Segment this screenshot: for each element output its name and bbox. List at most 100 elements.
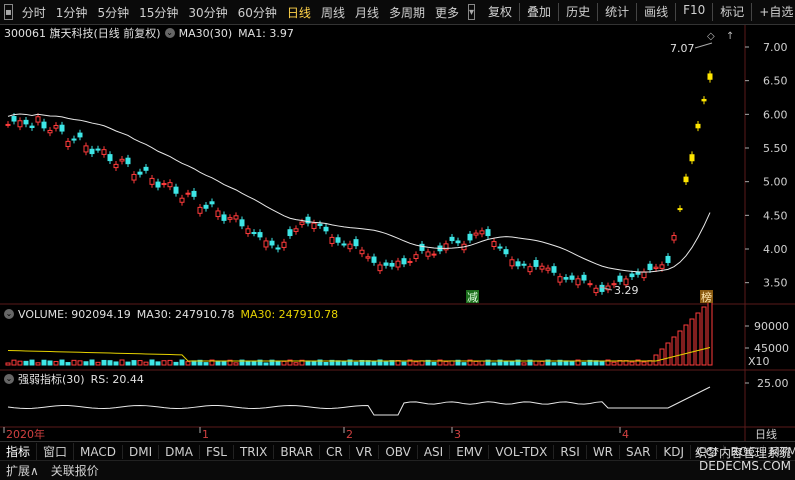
indicator-tab[interactable]: VR — [350, 444, 380, 459]
action-button[interactable]: 历史 — [561, 3, 595, 21]
indicator-tab[interactable]: 窗口 — [37, 443, 75, 460]
indicator-tab[interactable]: OBV — [379, 444, 418, 459]
volume-bar — [149, 359, 155, 366]
price-tick-label: 7.00 — [763, 41, 788, 54]
indicator-tab[interactable]: CR — [320, 444, 350, 459]
action-button[interactable]: F10 — [678, 3, 710, 21]
reduce-tag-label: 减 — [467, 291, 478, 304]
candle-body — [221, 214, 227, 221]
volume-bar — [491, 362, 497, 366]
volume-settings-icon[interactable]: ⌄ — [4, 309, 14, 319]
volume-bar — [671, 336, 677, 366]
status-tab[interactable]: 扩展∧ — [0, 462, 45, 479]
action-button[interactable]: +自选 — [754, 3, 795, 21]
candle-body — [263, 240, 269, 248]
indicator-tab[interactable]: FSL — [200, 444, 234, 459]
volume-bar — [119, 359, 125, 366]
volume-axis: 90000 45000X10 — [745, 320, 789, 368]
candle-body — [191, 190, 197, 197]
action-button[interactable]: 标记 — [715, 3, 749, 21]
toolbar-divider — [751, 3, 753, 21]
indicator-tab[interactable]: DMA — [159, 444, 200, 459]
indicator-tab[interactable]: 指标 — [0, 443, 38, 460]
indicator-tab[interactable]: EMV — [450, 444, 490, 459]
action-button[interactable]: 叠加 — [522, 3, 556, 21]
candle-body — [131, 173, 137, 181]
candle-body — [143, 166, 149, 171]
indicator-tab[interactable]: RSI — [554, 444, 587, 459]
candle-body — [125, 157, 131, 165]
candle-body — [71, 138, 77, 141]
volume-bar — [569, 361, 575, 366]
candle-body — [317, 223, 323, 226]
period-tab[interactable]: 30分钟 — [183, 4, 232, 21]
volume-bar — [341, 361, 347, 366]
indicator-tab[interactable]: SAR — [620, 444, 658, 459]
candle-body — [467, 233, 473, 241]
candle-body — [257, 232, 263, 238]
candle-body — [425, 251, 431, 257]
volume-bar — [35, 362, 41, 366]
period-tab[interactable]: 多周期 — [384, 4, 430, 21]
chevron-down-icon[interactable]: ▾ — [468, 4, 476, 20]
indicator-tab[interactable]: DMI — [123, 444, 160, 459]
candle-body — [83, 145, 89, 153]
volume-bar — [5, 362, 11, 366]
indicator-tab[interactable]: BRAR — [274, 444, 321, 459]
volume-bar — [659, 348, 665, 366]
volume-bar — [413, 361, 419, 366]
toolbar-divider — [712, 3, 714, 21]
candle-body — [575, 278, 581, 286]
action-button[interactable]: 复权 — [483, 3, 517, 21]
period-tab[interactable]: 月线 — [350, 4, 384, 21]
candle-body — [677, 208, 683, 211]
diamond-icon[interactable]: ◇ — [707, 31, 715, 42]
period-tab[interactable]: 15分钟 — [134, 4, 183, 21]
rs-settings-icon[interactable]: ⌄ — [4, 374, 14, 384]
candle-body — [497, 246, 503, 249]
volume-bar — [185, 361, 191, 366]
candle-body — [509, 259, 515, 267]
period-tab[interactable]: 更多 — [430, 4, 464, 21]
period-tab[interactable]: 分时 — [17, 4, 51, 21]
volume-bar — [707, 300, 713, 366]
volume-bar — [473, 360, 479, 366]
candle-body — [185, 192, 191, 195]
candlestick-series — [5, 70, 713, 296]
volume-bar — [275, 360, 281, 366]
candle-body — [479, 230, 485, 235]
arrow-up-icon[interactable]: ↑ — [726, 31, 734, 42]
volume-bar — [311, 361, 317, 366]
volume-bar — [71, 359, 77, 366]
candle-body — [683, 176, 689, 183]
menu-square-icon[interactable]: ▪ — [4, 4, 13, 20]
indicator-tab[interactable]: ASI — [418, 444, 451, 459]
volume-bar — [353, 361, 359, 366]
status-tab[interactable]: 关联报价 — [45, 462, 105, 479]
volume-bar — [677, 330, 683, 366]
candle-body — [707, 73, 713, 80]
action-button[interactable]: 统计 — [600, 3, 634, 21]
indicator-tab[interactable]: WR — [587, 444, 621, 459]
volume-bar — [371, 361, 377, 366]
toolbar-divider — [519, 3, 521, 21]
period-tab[interactable]: 日线 — [282, 4, 316, 21]
candle-body — [101, 149, 107, 155]
period-tab[interactable]: 1分钟 — [51, 4, 93, 21]
indicator-tab[interactable]: KDJ — [657, 444, 692, 459]
period-tab[interactable]: 周线 — [316, 4, 350, 21]
price-axis: 7.00 6.50 6.00 5.50 5.00 4.50 4.00 3.50 — [745, 41, 788, 290]
volume-bar — [521, 362, 527, 366]
period-tab[interactable]: 5分钟 — [92, 4, 134, 21]
volume-bar — [221, 360, 227, 366]
volume-bar — [89, 359, 95, 366]
indicator-tab[interactable]: VOL-TDX — [489, 444, 555, 459]
action-button[interactable]: 画线 — [639, 3, 673, 21]
period-tab[interactable]: 60分钟 — [233, 4, 282, 21]
volume-bar — [479, 360, 485, 366]
volume-bar — [383, 361, 389, 366]
candle-body — [5, 123, 11, 126]
indicator-tab[interactable]: MACD — [74, 444, 124, 459]
indicator-tab[interactable]: TRIX — [234, 444, 275, 459]
candle-body — [137, 171, 143, 175]
